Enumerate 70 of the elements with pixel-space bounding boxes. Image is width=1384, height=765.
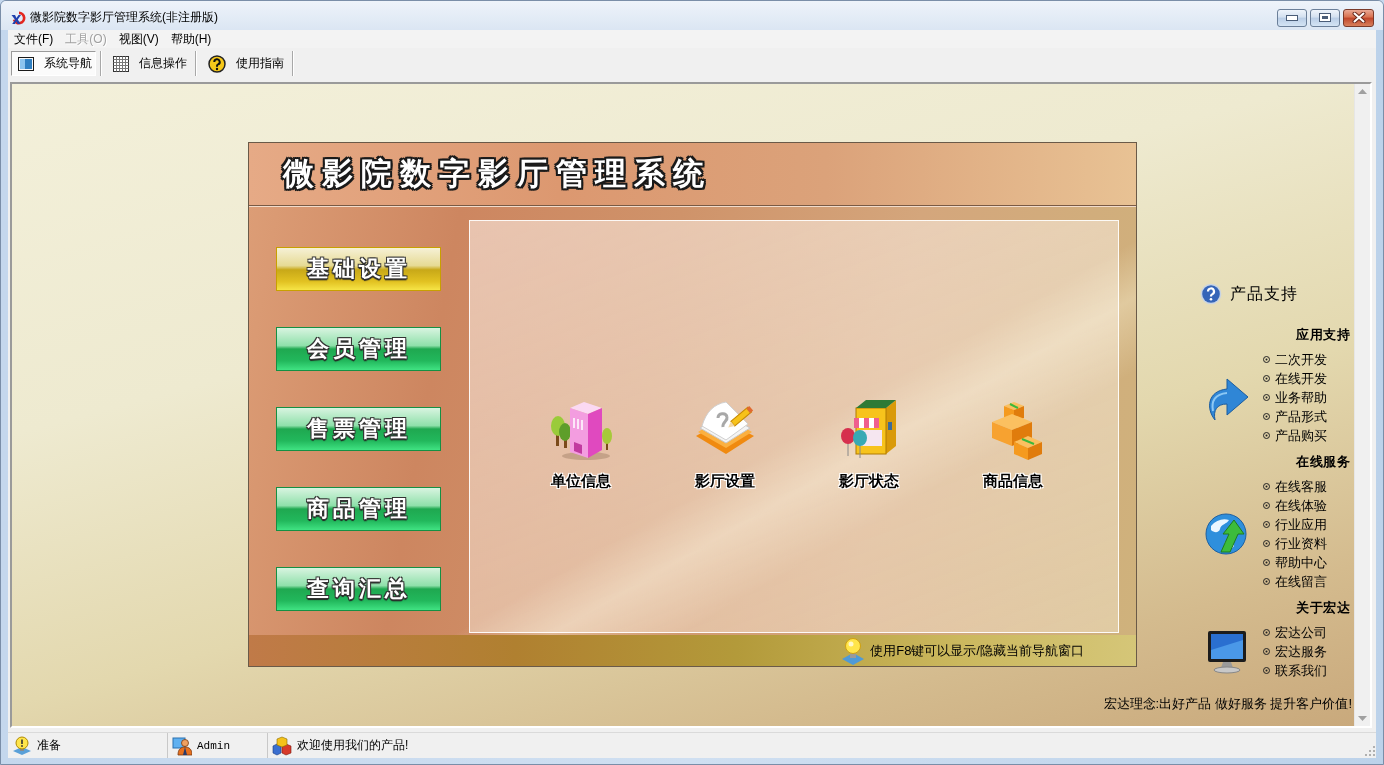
bullet-icon bbox=[1263, 629, 1270, 636]
module-button[interactable]: 影厅设置 bbox=[675, 396, 775, 491]
toolbar-button[interactable]: 信息操作 bbox=[106, 51, 191, 76]
support-title: 产品支持 bbox=[1230, 283, 1298, 304]
minimize-button[interactable] bbox=[1277, 8, 1307, 27]
support-link[interactable]: 宏达服务 bbox=[1263, 642, 1327, 661]
support-link[interactable]: 产品形式 bbox=[1263, 407, 1327, 426]
bullet-icon bbox=[1263, 483, 1270, 490]
menu-item[interactable]: 文件(F) bbox=[8, 30, 60, 48]
module-button[interactable]: 单位信息 bbox=[531, 396, 631, 491]
section-heading: 关于宏达 bbox=[1296, 599, 1350, 617]
bullet-icon bbox=[1263, 394, 1270, 401]
bullet-icon bbox=[1263, 432, 1270, 439]
hint-text: 使用F8键可以显示/隐藏当前导航窗口 bbox=[870, 641, 1084, 660]
support-link[interactable]: 宏达公司 bbox=[1263, 623, 1327, 642]
resize-grip-icon bbox=[1364, 745, 1376, 757]
maximize-icon bbox=[1319, 13, 1331, 22]
motto-text: 宏达理念:出好产品 做好服务 提升客户价值! bbox=[1103, 696, 1352, 712]
bullet-icon bbox=[1263, 375, 1270, 382]
support-link[interactable]: 联系我们 bbox=[1263, 661, 1327, 680]
vertical-scrollbar[interactable] bbox=[1354, 84, 1370, 726]
support-link[interactable]: 产品购买 bbox=[1263, 426, 1327, 445]
globe-icon bbox=[1205, 512, 1249, 556]
menu-item[interactable]: 视图(V) bbox=[112, 30, 165, 48]
bullet-icon bbox=[1263, 413, 1270, 420]
bullet-icon bbox=[1263, 502, 1270, 509]
section-heading: 应用支持 bbox=[1296, 326, 1350, 344]
support-link[interactable]: 在线留言 bbox=[1263, 572, 1327, 591]
bullet-icon bbox=[1263, 521, 1270, 528]
support-link[interactable]: 帮助中心 bbox=[1263, 553, 1327, 572]
module-button[interactable]: 影厅状态 bbox=[819, 396, 919, 491]
minimize-icon bbox=[1286, 14, 1298, 21]
cubes-icon bbox=[272, 735, 292, 756]
scroll-down-icon bbox=[1358, 716, 1367, 721]
bullet-icon bbox=[1263, 648, 1270, 655]
lightbulb-icon bbox=[12, 735, 32, 756]
bullet-icon bbox=[1263, 578, 1270, 585]
help-icon bbox=[208, 54, 226, 73]
status-message: 欢迎使用我们的产品! bbox=[297, 737, 409, 754]
monitor-icon bbox=[18, 56, 34, 71]
support-link[interactable]: 二次开发 bbox=[1263, 350, 1327, 369]
app-logo-icon bbox=[10, 9, 26, 26]
module-button[interactable]: 商品信息 bbox=[963, 396, 1063, 491]
toolbar-button[interactable]: 系统导航 bbox=[11, 51, 96, 76]
bullet-icon bbox=[1263, 540, 1270, 547]
user-icon bbox=[172, 735, 192, 756]
status-text: 准备 bbox=[37, 737, 61, 754]
bullet-icon bbox=[1263, 559, 1270, 566]
close-button[interactable] bbox=[1343, 8, 1374, 27]
toolbar-button[interactable]: 使用指南 bbox=[201, 51, 288, 76]
panel-title: 微影院数字影厅管理系统 bbox=[283, 155, 712, 193]
bullet-icon bbox=[1263, 667, 1270, 674]
help-icon bbox=[1200, 283, 1222, 305]
support-link[interactable]: 在线体验 bbox=[1263, 496, 1327, 515]
maximize-button[interactable] bbox=[1310, 8, 1340, 27]
section-heading: 在线服务 bbox=[1296, 453, 1350, 471]
support-link[interactable]: 业务帮助 bbox=[1263, 388, 1327, 407]
monitor-icon bbox=[1207, 629, 1247, 674]
window-title: 微影院数字影厅管理系统(非注册版) bbox=[30, 9, 218, 26]
grid-icon bbox=[113, 55, 129, 72]
support-link[interactable]: 行业应用 bbox=[1263, 515, 1327, 534]
user-name: Admin bbox=[197, 739, 230, 752]
support-link[interactable]: 在线开发 bbox=[1263, 369, 1327, 388]
scroll-up-icon bbox=[1358, 89, 1367, 94]
menu-item[interactable]: 帮助(H) bbox=[164, 30, 218, 48]
support-link[interactable]: 在线客服 bbox=[1263, 477, 1327, 496]
bullet-icon bbox=[1263, 356, 1270, 363]
close-icon bbox=[1351, 12, 1366, 23]
support-link[interactable]: 行业资料 bbox=[1263, 534, 1327, 553]
lightbulb-icon bbox=[841, 636, 866, 665]
